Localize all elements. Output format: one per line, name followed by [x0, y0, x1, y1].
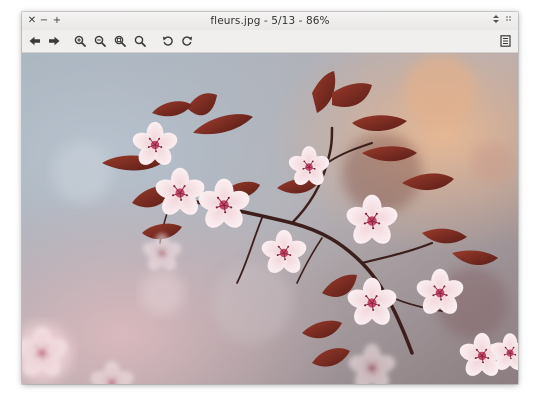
window-title: fleurs.jpg - 5/13 - 86% — [210, 15, 330, 27]
rotate-ccw-icon — [162, 35, 174, 47]
minimize-button[interactable]: − — [38, 14, 50, 28]
rotate-right-button[interactable] — [178, 32, 196, 50]
zoom-in-button[interactable] — [71, 32, 89, 50]
rotate-left-button[interactable] — [159, 32, 177, 50]
zoom-out-button[interactable] — [91, 32, 109, 50]
next-image-button[interactable] — [45, 32, 63, 50]
zoom-fit-button[interactable] — [111, 32, 129, 50]
zoom-original-icon — [134, 35, 146, 47]
maximize-button[interactable]: + — [51, 14, 63, 28]
arrow-right-icon — [48, 36, 60, 46]
titlebar-menu-icon[interactable] — [490, 14, 502, 28]
arrow-left-icon — [29, 36, 41, 46]
resize-grip-icon[interactable] — [503, 14, 515, 28]
image-viewer-window: fleurs.jpg - 5/13 - 86% ✕ − + — [22, 12, 518, 384]
zoom-fit-icon — [114, 35, 126, 47]
zoom-in-icon — [74, 35, 86, 47]
document-menu-icon — [499, 35, 511, 47]
toolbar — [22, 30, 518, 52]
titlebar[interactable]: fleurs.jpg - 5/13 - 86% ✕ − + — [22, 12, 518, 30]
zoom-original-button[interactable] — [131, 32, 149, 50]
cherry-blossom-photo — [22, 53, 518, 384]
zoom-out-icon — [94, 35, 106, 47]
menu-button[interactable] — [496, 32, 514, 50]
image-view[interactable] — [22, 53, 518, 384]
rotate-cw-icon — [181, 35, 193, 47]
previous-image-button[interactable] — [26, 32, 44, 50]
close-button[interactable]: ✕ — [26, 14, 38, 28]
